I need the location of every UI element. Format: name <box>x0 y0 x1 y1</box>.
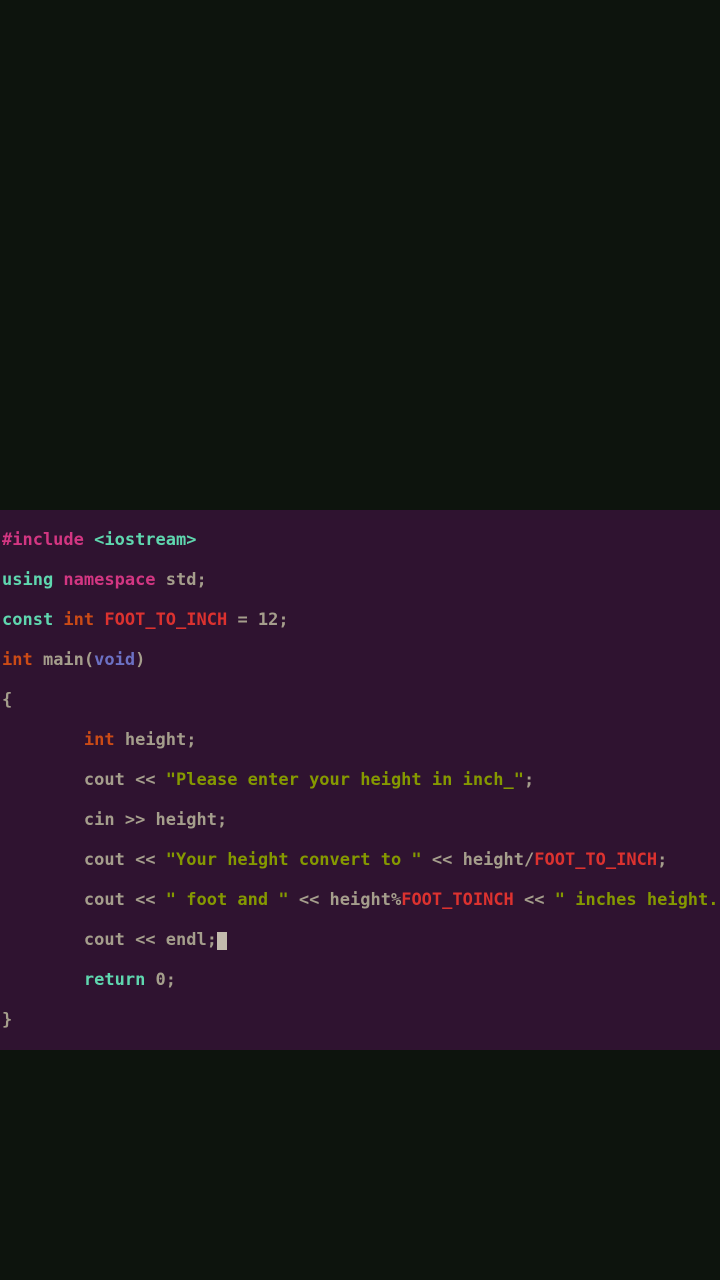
code-line: { <box>2 690 718 710</box>
code-line: cout << "Please enter your height in inc… <box>2 770 718 790</box>
code-line: cout << " foot and " << height%FOOT_TOIN… <box>2 890 718 910</box>
expr: << height/ <box>422 850 535 870</box>
code-line: using namespace std; <box>2 570 718 590</box>
cout: cout << <box>84 850 166 870</box>
code-line: int height; <box>2 730 718 750</box>
kw-const: const <box>2 610 53 630</box>
code-line: int main(void) <box>2 650 718 670</box>
const-name: FOOT_TOINCH <box>401 890 514 910</box>
indent <box>2 810 84 830</box>
main: main( <box>33 650 94 670</box>
cout: cout << <box>84 770 166 790</box>
indent <box>2 770 84 790</box>
brace: } <box>2 1010 12 1030</box>
const-name: FOOT_TO_INCH <box>104 610 227 630</box>
kw-int: int <box>2 650 33 670</box>
assign: = 12; <box>227 610 288 630</box>
indent <box>2 850 84 870</box>
kw-void: void <box>94 650 135 670</box>
code-line: cout << "Your height convert to " << hei… <box>2 850 718 870</box>
return-val: 0; <box>145 970 176 990</box>
space <box>94 610 104 630</box>
preprocessor: #include <box>2 530 84 550</box>
code-line: cin >> height; <box>2 810 718 830</box>
kw-int: int <box>53 610 94 630</box>
string: " foot and " <box>166 890 289 910</box>
code-line: #include <iostream> <box>2 530 718 550</box>
identifier: std <box>156 570 197 590</box>
cout: cout << <box>84 890 166 910</box>
indent <box>2 970 84 990</box>
var-decl: height; <box>115 730 197 750</box>
kw-int: int <box>84 730 115 750</box>
kw-using: using <box>2 570 53 590</box>
kw-return: return <box>84 970 145 990</box>
indent <box>2 730 84 750</box>
indent <box>2 930 84 950</box>
code-editor[interactable]: #include <iostream> using namespace std;… <box>0 510 720 1050</box>
code-line: } <box>2 1010 718 1030</box>
text-cursor <box>217 932 227 950</box>
const-name: FOOT_TO_INCH <box>534 850 657 870</box>
kw-namespace: namespace <box>53 570 155 590</box>
expr: << height% <box>289 890 402 910</box>
code-line: cout << endl; <box>2 930 718 950</box>
cin: cin >> height; <box>84 810 227 830</box>
expr: << <box>514 890 555 910</box>
indent <box>2 890 84 910</box>
string: " inches height." <box>555 890 720 910</box>
punct: ; <box>197 570 207 590</box>
code-line: return 0; <box>2 970 718 990</box>
brace: { <box>2 690 12 710</box>
punct: ; <box>657 850 667 870</box>
paren: ) <box>135 650 145 670</box>
string: "Your height convert to " <box>166 850 422 870</box>
cout-endl: cout << endl; <box>84 930 217 950</box>
header: <iostream> <box>84 530 197 550</box>
punct: ; <box>524 770 534 790</box>
string: "Please enter your height in inch_" <box>166 770 524 790</box>
code-line: const int FOOT_TO_INCH = 12; <box>2 610 718 630</box>
